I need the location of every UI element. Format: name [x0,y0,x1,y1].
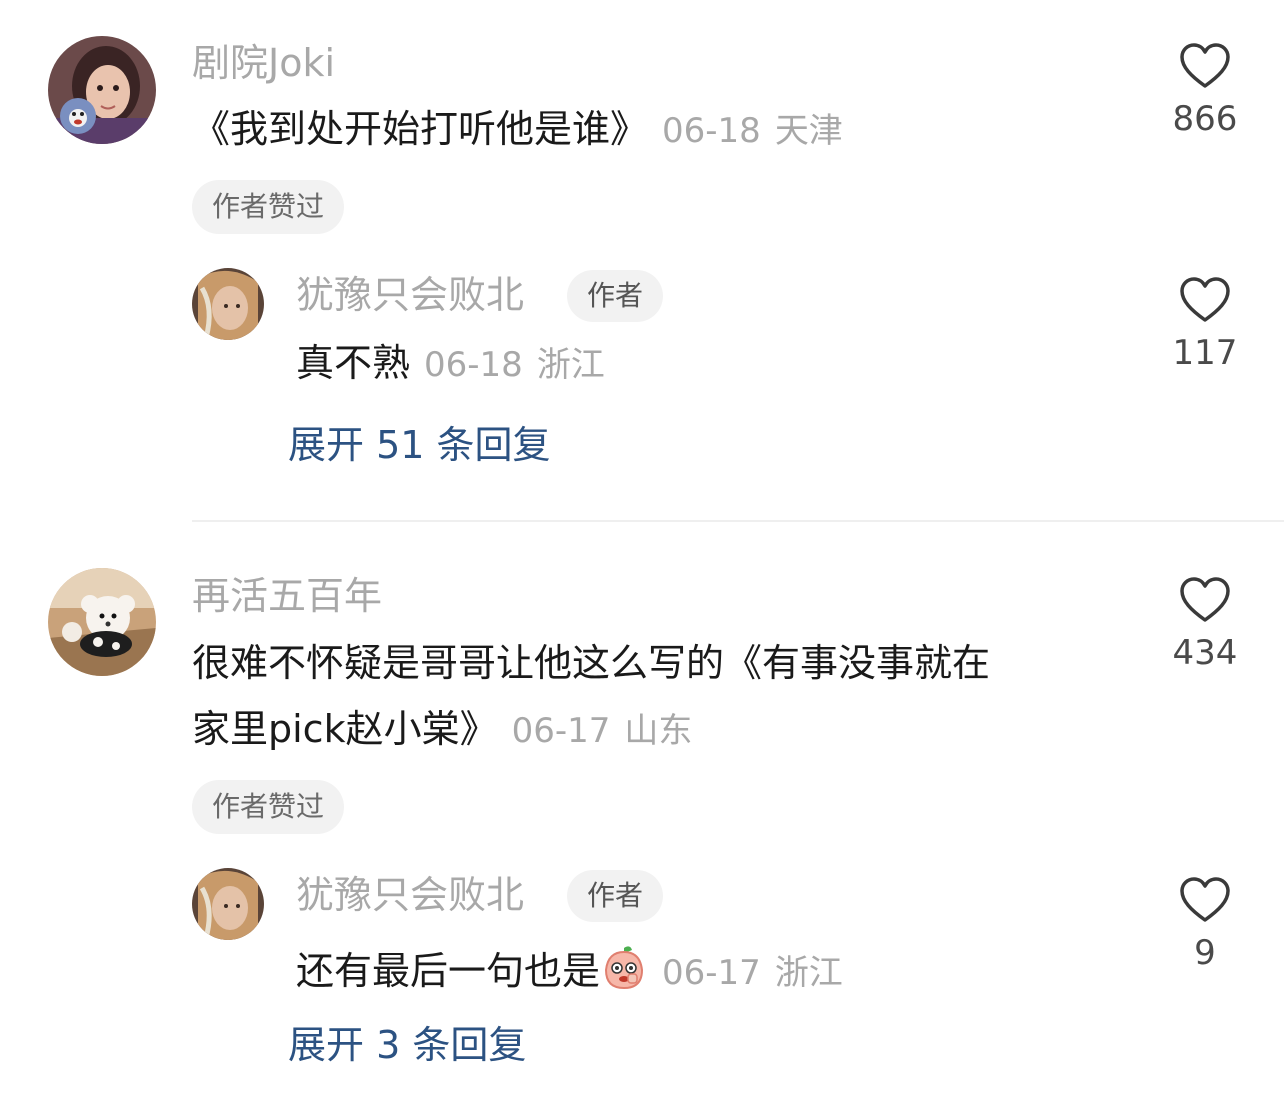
comment-location: 天津 [774,111,843,151]
comment-text-line-1[interactable]: 很难不怀疑是哥哥让他这么写的《有事没事就在 [192,644,990,682]
heart-outline-icon[interactable] [1179,576,1231,624]
reply-username[interactable]: 犹豫只会败北 [296,876,524,914]
reply-body: 真不熟 [296,341,411,385]
comment-body: 《我到处开始打听他是谁》 [192,107,649,151]
author-tag: 作者 [567,270,664,322]
like-count: 434 [1172,633,1238,673]
expand-replies-link[interactable]: 展开 51 条回复 [288,426,551,464]
reply-avatar[interactable] [192,268,264,340]
comment-date: 06-17 [511,711,611,751]
reply-body: 还有最后一句也是 [296,949,601,993]
like-count: 117 [1172,333,1238,373]
author-liked-badge: 作者赞过 [192,180,345,234]
comment-username[interactable]: 再活五百年 [192,577,382,615]
comment-text-line-2[interactable]: 家里pick赵小棠》 06-17 山东 [192,710,692,748]
like-button[interactable]: 866 [1160,42,1250,136]
comment-username[interactable]: 剧院Joki [192,44,335,82]
reply-date: 06-17 [662,953,761,993]
avatar[interactable] [48,36,156,144]
heart-outline-icon[interactable] [1179,876,1231,924]
reply-like-button[interactable]: 9 [1160,876,1250,970]
reply-text[interactable]: 还有最后一句也是 06-17 浙江 [296,944,843,992]
heart-outline-icon[interactable] [1179,276,1231,324]
author-liked-badge: 作者赞过 [192,780,345,834]
divider [192,520,1284,522]
comment-date: 06-18 [662,111,761,151]
author-tag: 作者 [567,870,664,922]
like-count: 866 [1172,99,1238,139]
reply-text[interactable]: 真不熟 06-18 浙江 [296,344,605,382]
reply-location: 浙江 [536,345,605,385]
reply-avatar[interactable] [192,868,264,940]
comment-location: 山东 [624,711,693,751]
reply-date: 06-18 [424,345,523,385]
peach-face-emoji-icon [605,946,644,990]
reply-location: 浙江 [774,953,843,993]
comment-body: 家里pick赵小棠》 [192,707,498,751]
comment-text[interactable]: 《我到处开始打听他是谁》 06-18 天津 [192,110,843,148]
expand-replies-link[interactable]: 展开 3 条回复 [288,1026,526,1064]
like-count: 9 [1194,933,1216,973]
reply-like-button[interactable]: 117 [1160,276,1250,370]
avatar[interactable] [48,568,156,676]
reply-username[interactable]: 犹豫只会败北 [296,276,524,314]
heart-outline-icon[interactable] [1179,42,1231,90]
like-button[interactable]: 434 [1160,576,1250,670]
